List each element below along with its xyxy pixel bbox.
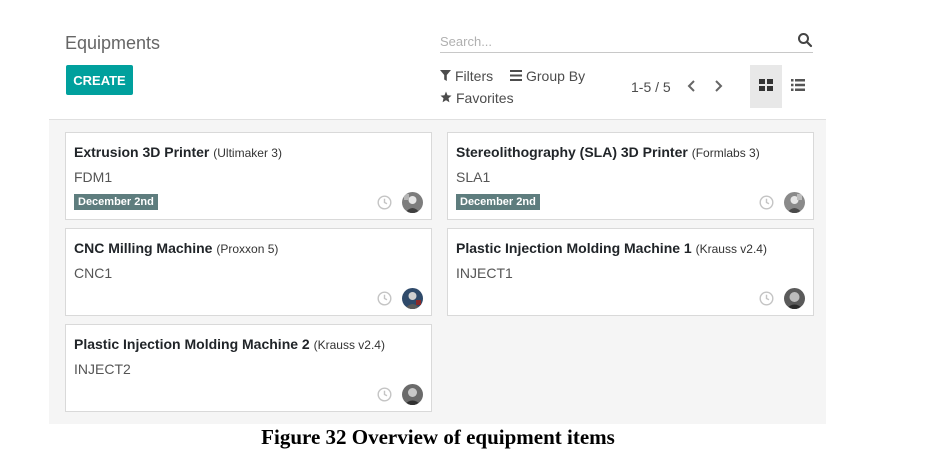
card-title: CNC Milling Machine (Proxxon 5) (74, 240, 278, 256)
chevron-right-icon[interactable] (710, 77, 726, 95)
filter-icon (440, 68, 451, 84)
avatar[interactable] (784, 288, 805, 309)
card-code: SLA1 (456, 169, 491, 185)
search-input[interactable] (440, 32, 780, 50)
list-view-button[interactable] (782, 65, 814, 108)
card-model: (Krauss v2.4) (695, 242, 767, 256)
card-model: (Formlabs 3) (691, 146, 760, 160)
avatar[interactable] (784, 192, 805, 213)
card-title: Extrusion 3D Printer (Ultimaker 3) (74, 144, 282, 160)
search-icon[interactable] (797, 32, 813, 48)
card-name: Extrusion 3D Printer (74, 144, 210, 160)
clock-icon[interactable] (759, 195, 774, 210)
list-icon (791, 78, 805, 96)
favorites-button[interactable]: Favorites (440, 90, 514, 106)
card-code: INJECT1 (456, 265, 513, 281)
card-model: (Ultimaker 3) (213, 146, 282, 160)
card-code: CNC1 (74, 265, 113, 281)
kanban-icon (759, 78, 773, 96)
equipment-card[interactable]: Stereolithography (SLA) 3D Printer (Form… (447, 132, 814, 220)
clock-icon[interactable] (759, 291, 774, 306)
star-icon (440, 90, 452, 106)
equipment-card[interactable]: CNC Milling Machine (Proxxon 5) CNC1 (65, 228, 432, 316)
clock-icon[interactable] (377, 291, 392, 306)
avatar[interactable] (402, 192, 423, 213)
chevron-left-icon[interactable] (684, 77, 700, 95)
control-panel: Equipments CREATE Filters Group By Favor… (0, 0, 940, 120)
card-name: Plastic Injection Molding Machine 1 (456, 240, 692, 256)
create-button[interactable]: CREATE (66, 65, 133, 95)
card-code: FDM1 (74, 169, 113, 185)
card-name: CNC Milling Machine (74, 240, 213, 256)
group-by-button[interactable]: Group By (510, 68, 585, 84)
group-by-label: Group By (526, 68, 586, 84)
kanban-view-button[interactable] (750, 65, 782, 108)
clock-icon[interactable] (377, 195, 392, 210)
card-title: Plastic Injection Molding Machine 2 (Kra… (74, 336, 385, 352)
equipment-card[interactable]: Extrusion 3D Printer (Ultimaker 3) FDM1 … (65, 132, 432, 220)
card-name: Plastic Injection Molding Machine 2 (74, 336, 310, 352)
clock-icon[interactable] (377, 387, 392, 402)
card-title: Stereolithography (SLA) 3D Printer (Form… (456, 144, 760, 160)
filters-button[interactable]: Filters (440, 68, 493, 84)
date-badge: December 2nd (74, 194, 158, 210)
card-model: (Krauss v2.4) (313, 338, 385, 352)
avatar[interactable] (402, 288, 423, 309)
favorites-label: Favorites (456, 90, 514, 106)
card-model: (Proxxon 5) (216, 242, 279, 256)
equipment-card[interactable]: Plastic Injection Molding Machine 2 (Kra… (65, 324, 432, 412)
figure-caption: Figure 32 Overview of equipment items (261, 425, 615, 449)
avatar[interactable] (402, 384, 423, 405)
equipment-card[interactable]: Plastic Injection Molding Machine 1 (Kra… (447, 228, 814, 316)
bars-icon (510, 68, 522, 84)
kanban-board: Extrusion 3D Printer (Ultimaker 3) FDM1 … (49, 119, 826, 424)
card-name: Stereolithography (SLA) 3D Printer (456, 144, 688, 160)
card-title: Plastic Injection Molding Machine 1 (Kra… (456, 240, 767, 256)
search-bar (440, 30, 813, 53)
card-code: INJECT2 (74, 361, 131, 377)
date-badge: December 2nd (456, 194, 540, 210)
pager-value[interactable]: 1-5 / 5 (631, 79, 671, 95)
page-title: Equipments (65, 33, 161, 53)
filters-label: Filters (455, 68, 494, 84)
